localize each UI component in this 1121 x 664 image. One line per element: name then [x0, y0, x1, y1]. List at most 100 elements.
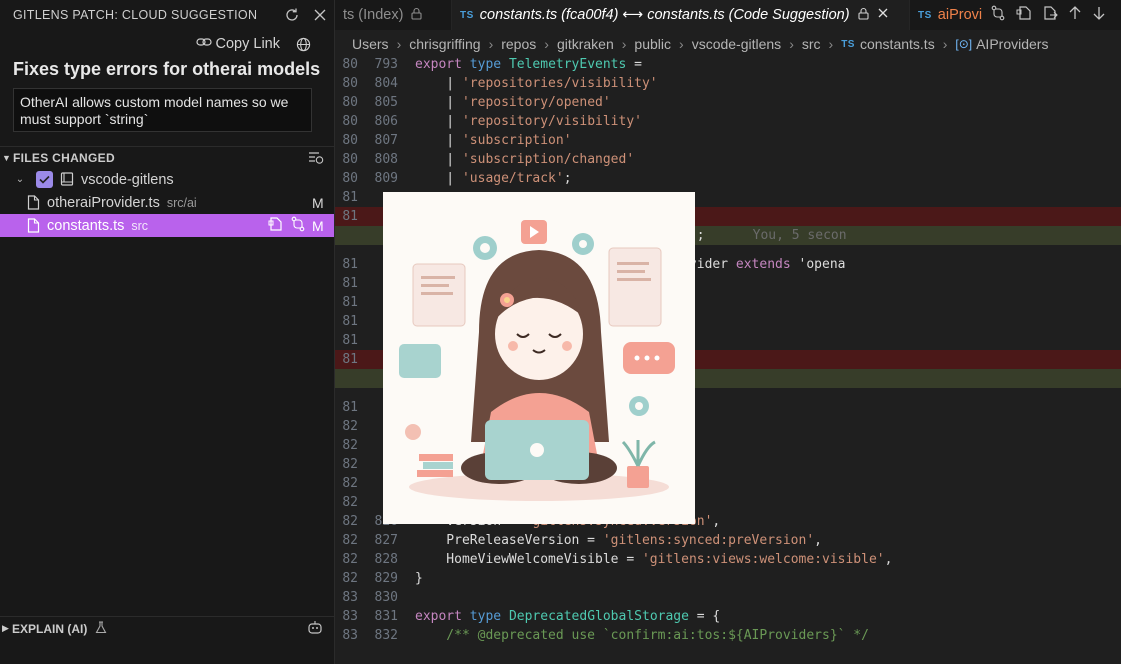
code-line[interactable]: 83 830: [335, 588, 1121, 607]
code-line[interactable]: 83 832 /** @deprecated use `confirm:ai:to…: [335, 626, 1121, 645]
line-number-original: 82: [342, 571, 358, 586]
line-number-original: 81: [342, 276, 358, 291]
breadcrumb-item[interactable]: gitkraken: [557, 36, 614, 52]
code-line[interactable]: 83 831 export type DeprecatedGlobalStorage…: [335, 607, 1121, 626]
typescript-icon: TS: [460, 9, 474, 21]
line-number-modified: 793: [374, 57, 398, 72]
file-name: constants.ts: [47, 217, 125, 234]
repo-checkbox[interactable]: [36, 171, 53, 188]
line-number-modified: 807: [374, 133, 398, 148]
editor-tabs: ts (Index) TS constants.ts (fca00f4) ⟷ c…: [335, 0, 1121, 30]
link-icon[interactable]: [195, 35, 212, 53]
tab-index[interactable]: ts (Index): [335, 0, 452, 30]
code-text: }: [415, 571, 423, 586]
close-icon[interactable]: [306, 1, 334, 29]
breadcrumb-item[interactable]: chrisgriffing: [409, 36, 480, 52]
line-number-original: 81: [342, 314, 358, 329]
code-line[interactable]: 80 804 | 'repositories/visibility': [335, 74, 1121, 93]
tab-label: constants.ts (fca00f4) ⟷ constants.ts (C…: [479, 7, 850, 23]
open-file-icon[interactable]: [268, 216, 284, 236]
line-number-modified: 827: [374, 533, 398, 548]
code-line[interactable]: 80 809 | 'usage/track';: [335, 169, 1121, 188]
line-number-modified: 830: [374, 590, 398, 605]
line-number-modified: 809: [374, 171, 398, 186]
code-line[interactable]: 80 805 | 'repository/opened': [335, 93, 1121, 112]
patch-description[interactable]: OtherAI allows custom model names so we …: [13, 88, 312, 132]
line-number-original: 82: [342, 438, 358, 453]
line-number-original: 80: [342, 76, 358, 91]
line-number-original: 83: [342, 609, 358, 624]
line-number-original: 83: [342, 628, 358, 643]
globe-icon[interactable]: [294, 35, 312, 53]
open-changes-icon[interactable]: [1042, 5, 1058, 26]
line-number-original: 80: [342, 95, 358, 110]
file-status: M: [312, 194, 324, 211]
line-number-original: 82: [342, 514, 358, 529]
breadcrumb-item[interactable]: vscode-gitlens: [692, 36, 782, 52]
breadcrumb-item[interactable]: AIProviders: [976, 36, 1048, 52]
copy-link-button[interactable]: Copy Link: [216, 36, 280, 52]
explain-ai-header[interactable]: ▶ EXPLAIN (AI): [0, 616, 335, 640]
lock-icon: [858, 7, 869, 24]
code-line[interactable]: 80 808 | 'subscription/changed': [335, 150, 1121, 169]
code-text: | 'usage/track';: [415, 171, 572, 186]
line-number-original: 82: [342, 419, 358, 434]
code-text: PreReleaseVersion = 'gitlens:synced:preV…: [415, 533, 822, 548]
line-number-original: 82: [342, 495, 358, 510]
breadcrumb-item[interactable]: constants.ts: [860, 36, 935, 52]
breadcrumb-item[interactable]: src: [802, 36, 821, 52]
tab-constants-diff[interactable]: TS constants.ts (fca00f4) ⟷ constants.ts…: [452, 0, 910, 30]
line-number-original: 82: [342, 533, 358, 548]
code-line[interactable]: 82 827 PreReleaseVersion = 'gitlens:synce…: [335, 531, 1121, 550]
chevron-down-icon[interactable]: ⌄: [14, 174, 26, 185]
sidebar-title: GITLENS PATCH: CLOUD SUGGESTION: [13, 8, 258, 22]
code-text: | 'repository/visibility': [415, 114, 642, 129]
code-line[interactable]: 80 793 export type TelemetryEvents =: [335, 55, 1121, 74]
arrow-up-icon[interactable]: [1068, 5, 1082, 26]
inline-blame: You, 5 secon: [752, 228, 847, 243]
line-number-original: 80: [342, 114, 358, 129]
patch-sidebar: GITLENS PATCH: CLOUD SUGGESTION Copy Lin…: [0, 0, 335, 664]
close-tab-icon[interactable]: [877, 7, 889, 23]
copilot-icon[interactable]: [307, 620, 323, 638]
enum-icon: [⊙]: [955, 37, 973, 51]
beaker-icon: [95, 620, 107, 637]
code-line[interactable]: 80 807 | 'subscription': [335, 131, 1121, 150]
file-row[interactable]: otheraiProvider.ts src/ai M: [0, 191, 334, 214]
breadcrumb-item[interactable]: public: [634, 36, 671, 52]
copy-link-row: Copy Link: [0, 30, 334, 58]
tab-aiprovider[interactable]: TS aiProvi: [910, 0, 982, 30]
files-changed-header[interactable]: ▼ FILES CHANGED: [0, 146, 334, 168]
code-line[interactable]: 82 828 HomeViewWelcomeVisible = 'gitlens:…: [335, 550, 1121, 569]
repo-row[interactable]: ⌄ vscode-gitlens: [0, 168, 334, 191]
editor-actions: [982, 0, 1106, 30]
typescript-icon: TS: [918, 9, 932, 21]
compare-changes-icon[interactable]: [290, 216, 306, 236]
line-number-modified: 828: [374, 552, 398, 567]
line-number-original: 80: [342, 57, 358, 72]
tab-label: aiProvi: [937, 7, 983, 23]
line-number-original: 81: [342, 209, 358, 224]
line-number-modified: 805: [374, 95, 398, 110]
line-number-modified: 808: [374, 152, 398, 167]
file-icon: [27, 195, 40, 210]
arrow-down-icon[interactable]: [1092, 5, 1106, 26]
refresh-icon[interactable]: [278, 1, 306, 29]
breadcrumb-item[interactable]: Users: [352, 36, 389, 52]
breadcrumb: Users › chrisgriffing › repos › gitkraken › …: [352, 36, 1049, 52]
line-number-original: 81: [342, 400, 358, 415]
line-number-modified: 831: [374, 609, 398, 624]
code-text: | 'subscription/changed': [415, 152, 635, 167]
code-line[interactable]: 82 829}: [335, 569, 1121, 588]
code-line[interactable]: 80 806 | 'repository/visibility': [335, 112, 1121, 131]
breadcrumb-item[interactable]: repos: [501, 36, 536, 52]
view-as-list-icon[interactable]: [304, 151, 328, 165]
row-actions: [268, 216, 306, 236]
compare-icon[interactable]: [990, 5, 1006, 26]
chevron-right-icon: ▶: [2, 623, 9, 633]
open-file-icon[interactable]: [1016, 5, 1032, 26]
code-text: HomeViewWelcomeVisible = 'gitlens:views:…: [415, 552, 893, 567]
chevron-down-icon: ▼: [2, 152, 12, 163]
code-text: export type TelemetryEvents =: [415, 57, 642, 72]
file-row-selected[interactable]: constants.ts src M: [0, 214, 334, 237]
